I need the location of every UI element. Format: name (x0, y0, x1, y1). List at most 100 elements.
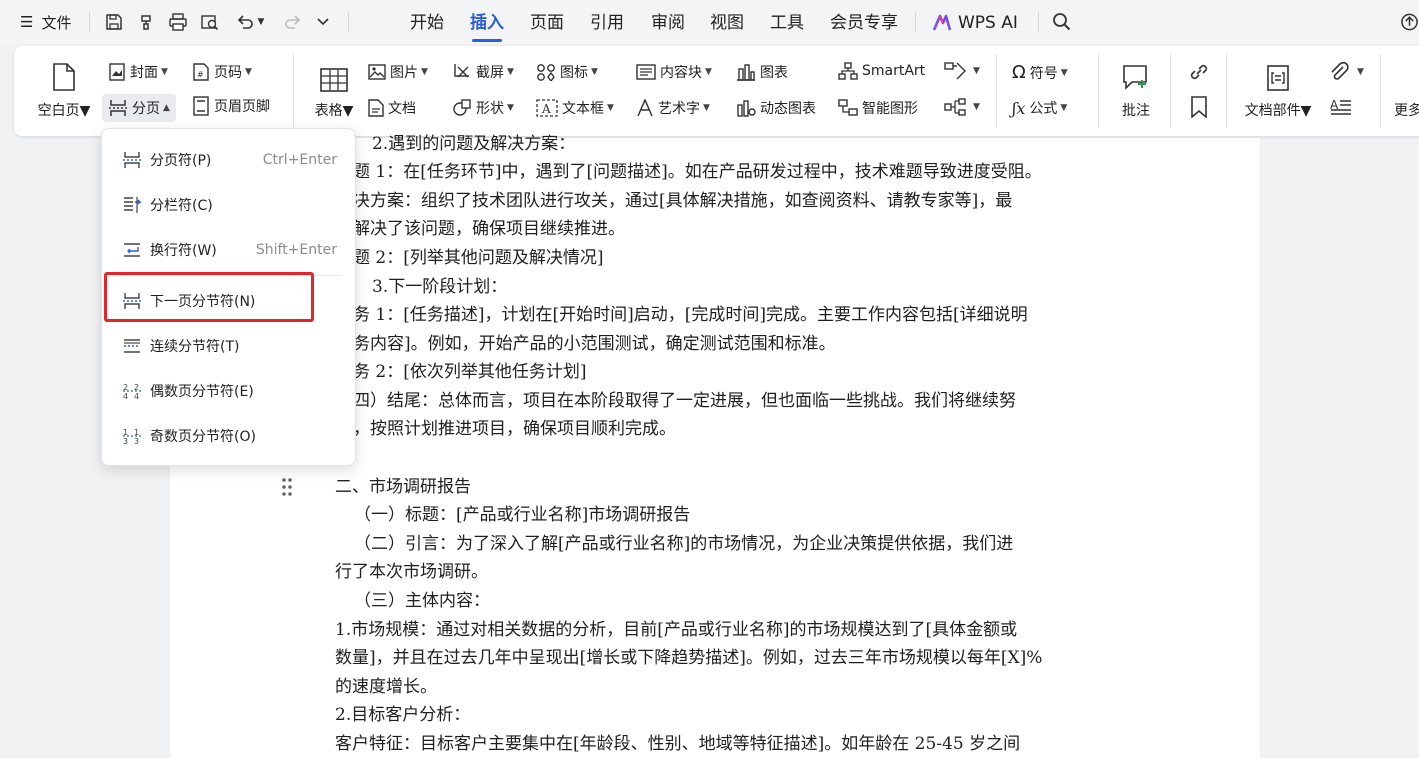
bookmark-button[interactable] (1190, 96, 1212, 118)
screenshot-button[interactable]: 截屏 ▼ (452, 62, 514, 82)
relation-graph-button[interactable]: ▼ (944, 98, 980, 116)
tab-view[interactable]: 视图 (710, 10, 744, 36)
doc-parts-button[interactable]: 文档部件▼ (1240, 58, 1316, 120)
tab-membership[interactable]: 会员专享 (830, 10, 898, 36)
even-page-section-break-icon: 2244 (122, 382, 142, 401)
ribbon-divider (293, 54, 294, 128)
format-painter-icon[interactable] (134, 10, 158, 34)
chevron-down-icon[interactable]: ▼ (973, 66, 980, 76)
menu-item-even-page-section-break[interactable]: 2244 偶数页分节符(E) (102, 371, 355, 411)
chevron-down-icon[interactable]: ▼ (973, 102, 980, 112)
tab-home[interactable]: 开始 (410, 10, 444, 36)
document-button[interactable]: 文档 (368, 98, 416, 118)
print-preview-icon[interactable] (198, 10, 222, 34)
scissors-icon (452, 63, 472, 81)
attachment-button[interactable]: ▼ (1328, 62, 1364, 82)
chevron-down-icon[interactable]: ▼ (507, 67, 514, 77)
svg-text:3: 3 (123, 437, 128, 445)
chevron-down-icon[interactable]: ▼ (1357, 67, 1364, 77)
header-footer-button[interactable]: 页眉页脚 (192, 96, 270, 116)
more-shapes-button[interactable]: ▼ (944, 62, 980, 80)
icon-button[interactable]: 图标 ▼ (536, 62, 598, 82)
chevron-down-icon[interactable]: ▼ (1301, 103, 1312, 119)
menu-item-page-break[interactable]: 分页符(P) Ctrl+Enter (102, 140, 355, 180)
symbol-button[interactable]: Ω 符号 ▼ (1012, 62, 1068, 83)
menu-item-label: 分栏符(C) (150, 198, 213, 214)
smartart-button[interactable]: SmartArt (838, 62, 925, 80)
header-footer-icon (192, 96, 210, 116)
search-icon[interactable] (1050, 10, 1074, 34)
cover-icon (108, 63, 126, 81)
paragraph-drag-handle-icon[interactable] (281, 477, 293, 497)
menu-item-odd-page-section-break[interactable]: 1133 奇数页分节符(O) (102, 416, 355, 456)
formula-button[interactable]: ʃx 公式 ▼ (1012, 98, 1067, 118)
comment-button[interactable]: 批注 (1118, 58, 1154, 120)
wps-ai-button[interactable]: WPS AI (932, 10, 1018, 36)
art-text-button[interactable]: 艺术字 ▼ (636, 98, 710, 118)
formula-icon: ʃx (1012, 98, 1026, 118)
menu-item-label: 换行符(W) (150, 243, 217, 259)
chevron-down-icon[interactable]: ▼ (1060, 103, 1067, 113)
chevron-down-icon[interactable]: ▼ (80, 103, 91, 119)
upload-icon[interactable] (1400, 10, 1419, 34)
smartart-icon (838, 62, 858, 80)
divider (348, 12, 349, 32)
picture-button[interactable]: 图片 ▼ (368, 62, 428, 82)
chevron-down-icon[interactable]: ▼ (607, 103, 614, 113)
print-icon[interactable] (166, 10, 190, 34)
blank-page-icon (52, 58, 76, 92)
tab-references[interactable]: 引用 (590, 10, 624, 36)
chevron-down-icon[interactable]: ▼ (421, 67, 428, 77)
chevron-down-icon[interactable]: ▼ (703, 103, 710, 113)
file-menu[interactable]: ☰ 文件 (20, 11, 71, 33)
dynamic-chart-button[interactable]: 动态图表 (736, 98, 816, 118)
page-break-button[interactable]: 分页 ▲ (102, 94, 176, 122)
chevron-down-icon[interactable]: ▼ (1061, 68, 1068, 78)
page-break-icon (108, 99, 128, 117)
content-block-button[interactable]: 内容块 ▼ (636, 62, 712, 82)
doc-line: 解决了该问题，确保项目继续推进。 (353, 219, 625, 239)
tab-review[interactable]: 审阅 (651, 10, 685, 36)
omega-icon: Ω (1012, 62, 1026, 83)
chevron-down-icon[interactable]: ▼ (343, 103, 354, 119)
content-block-label: 内容块 (660, 65, 702, 81)
chevron-down-icon[interactable]: ▼ (507, 103, 514, 113)
comment-icon (1122, 58, 1150, 92)
chevron-down-icon[interactable]: ▼ (161, 67, 168, 77)
tab-insert[interactable]: 插入 (470, 10, 504, 42)
smart-shape-button[interactable]: 智能图形 (838, 98, 918, 118)
paperclip-icon (1328, 62, 1350, 82)
menu-item-column-break[interactable]: 分栏符(C) (102, 185, 355, 225)
doc-line: （二）引言：为了深入了解[产品或行业名称]的市场情况，为企业决策提供依据，我们进 (354, 534, 1014, 554)
more-button[interactable]: 更多 (1394, 100, 1419, 120)
page-number-icon: # (192, 63, 210, 81)
table-button[interactable]: 表格▼ (308, 58, 360, 120)
drop-cap-button[interactable]: A (1330, 98, 1356, 116)
tab-tools[interactable]: 工具 (770, 10, 804, 36)
menu-item-continuous-section-break[interactable]: 连续分节符(T) (102, 326, 355, 366)
text-box-button[interactable]: A 文本框 ▼ (536, 98, 614, 118)
tab-page[interactable]: 页面 (530, 10, 564, 36)
chevron-down-icon[interactable]: ▼ (245, 67, 252, 77)
redo-icon[interactable] (282, 10, 304, 34)
chevron-down-icon[interactable]: ▼ (705, 67, 712, 77)
shape-button[interactable]: 形状 ▼ (452, 98, 514, 118)
header-footer-label: 页眉页脚 (214, 99, 270, 115)
undo-icon[interactable]: ▼ (232, 10, 268, 34)
menu-item-line-break[interactable]: 换行符(W) Shift+Enter (102, 230, 355, 270)
chevron-up-icon[interactable]: ▲ (163, 103, 170, 113)
table-icon (320, 58, 348, 92)
chevron-down-icon[interactable]: ▼ (591, 67, 598, 77)
divider (1038, 12, 1039, 32)
chart-button[interactable]: 图表 (736, 62, 788, 82)
column-break-icon (122, 196, 142, 214)
hyperlink-button[interactable] (1188, 62, 1214, 82)
save-icon[interactable] (102, 10, 126, 34)
line-break-icon (122, 241, 142, 259)
more-quick-access-icon[interactable] (312, 10, 334, 34)
page-number-button[interactable]: # 页码 ▼ (192, 62, 252, 82)
blank-page-button[interactable]: 空白页▼ (34, 58, 94, 120)
chevron-down-icon[interactable]: ▼ (258, 17, 265, 27)
doc-line: （三）主体内容： (354, 591, 490, 611)
cover-button[interactable]: 封面 ▼ (108, 62, 168, 82)
